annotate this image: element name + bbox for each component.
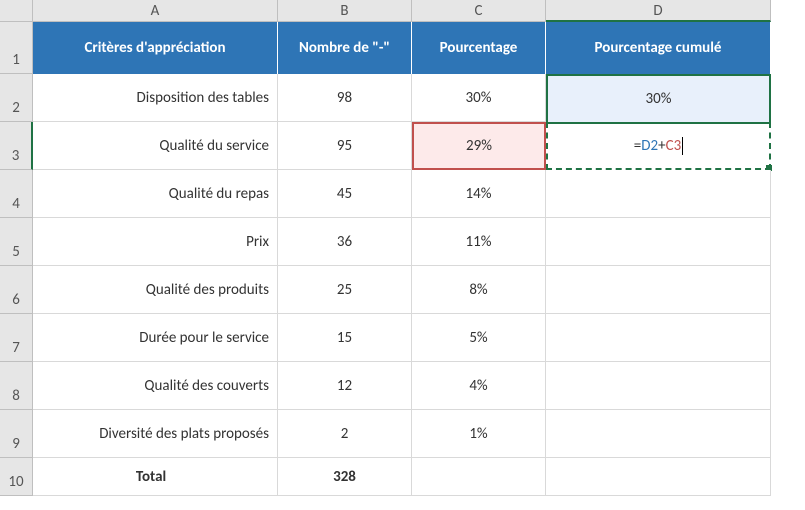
cell-D7[interactable] xyxy=(546,314,771,362)
row-header-2[interactable]: 2 xyxy=(0,74,33,122)
cell-B9[interactable]: 2 xyxy=(278,410,412,458)
formula-plus: + xyxy=(658,137,665,155)
cell-C2[interactable]: 30% xyxy=(412,74,546,122)
cell-A10-total[interactable]: Total xyxy=(33,458,278,496)
cell-B4[interactable]: 45 xyxy=(278,170,412,218)
cell-B10-total[interactable]: 328 xyxy=(278,458,412,496)
row-header-8[interactable]: 8 xyxy=(0,362,33,410)
select-all-corner[interactable] xyxy=(0,0,33,22)
cell-A3[interactable]: Qualité du service xyxy=(33,122,278,170)
row-header-7[interactable]: 7 xyxy=(0,314,33,362)
header-pourcentage-cumule: Pourcentage cumulé xyxy=(546,22,771,74)
formula-eq: = xyxy=(634,137,641,155)
cell-B2[interactable]: 98 xyxy=(278,74,412,122)
cell-A7[interactable]: Durée pour le service xyxy=(33,314,278,362)
cell-D4[interactable] xyxy=(546,170,771,218)
text-cursor xyxy=(682,137,683,155)
cell-D3-formula-editor[interactable]: =D2+C3 xyxy=(546,122,771,170)
cell-C10[interactable] xyxy=(412,458,546,496)
cell-A8[interactable]: Qualité des couverts xyxy=(33,362,278,410)
header-criteres: Critères d'appréciation xyxy=(33,22,278,74)
col-header-D[interactable]: D xyxy=(546,0,771,22)
cell-C8[interactable]: 4% xyxy=(412,362,546,410)
header-pourcentage: Pourcentage xyxy=(412,22,546,74)
cell-B8[interactable]: 12 xyxy=(278,362,412,410)
row-header-9[interactable]: 9 xyxy=(0,410,33,458)
cell-D6[interactable] xyxy=(546,266,771,314)
cell-D5[interactable] xyxy=(546,218,771,266)
col-header-B[interactable]: B xyxy=(278,0,412,22)
formula-ref-D2: D2 xyxy=(641,137,658,155)
row-header-3[interactable]: 3 xyxy=(0,122,33,170)
cell-D8[interactable] xyxy=(546,362,771,410)
cell-D9[interactable] xyxy=(546,410,771,458)
cell-C7[interactable]: 5% xyxy=(412,314,546,362)
spreadsheet-grid[interactable]: A B C D 1 Critères d'appréciation Nombre… xyxy=(0,0,805,496)
row-header-10[interactable]: 10 xyxy=(0,458,33,496)
cell-A2[interactable]: Disposition des tables xyxy=(33,74,278,122)
row-header-4[interactable]: 4 xyxy=(0,170,33,218)
cell-C6[interactable]: 8% xyxy=(412,266,546,314)
cell-A6[interactable]: Qualité des produits xyxy=(33,266,278,314)
row-header-1[interactable]: 1 xyxy=(0,22,33,74)
cell-A5[interactable]: Prix xyxy=(33,218,278,266)
formula-ref-C3: C3 xyxy=(666,137,682,155)
cell-B6[interactable]: 25 xyxy=(278,266,412,314)
cell-A4[interactable]: Qualité du repas xyxy=(33,170,278,218)
cell-D2[interactable]: 30% xyxy=(546,74,771,122)
cell-C9[interactable]: 1% xyxy=(412,410,546,458)
col-header-C[interactable]: C xyxy=(412,0,546,22)
col-header-A[interactable]: A xyxy=(33,0,278,22)
cell-D10[interactable] xyxy=(546,458,771,496)
row-header-6[interactable]: 6 xyxy=(0,266,33,314)
cell-A9[interactable]: Diversité des plats proposés xyxy=(33,410,278,458)
cell-B7[interactable]: 15 xyxy=(278,314,412,362)
cell-B3[interactable]: 95 xyxy=(278,122,412,170)
cell-C4[interactable]: 14% xyxy=(412,170,546,218)
header-nombre: Nombre de "-" xyxy=(278,22,412,74)
cell-B5[interactable]: 36 xyxy=(278,218,412,266)
row-header-5[interactable]: 5 xyxy=(0,218,33,266)
cell-C5[interactable]: 11% xyxy=(412,218,546,266)
cell-C3[interactable]: 29% xyxy=(412,122,546,170)
